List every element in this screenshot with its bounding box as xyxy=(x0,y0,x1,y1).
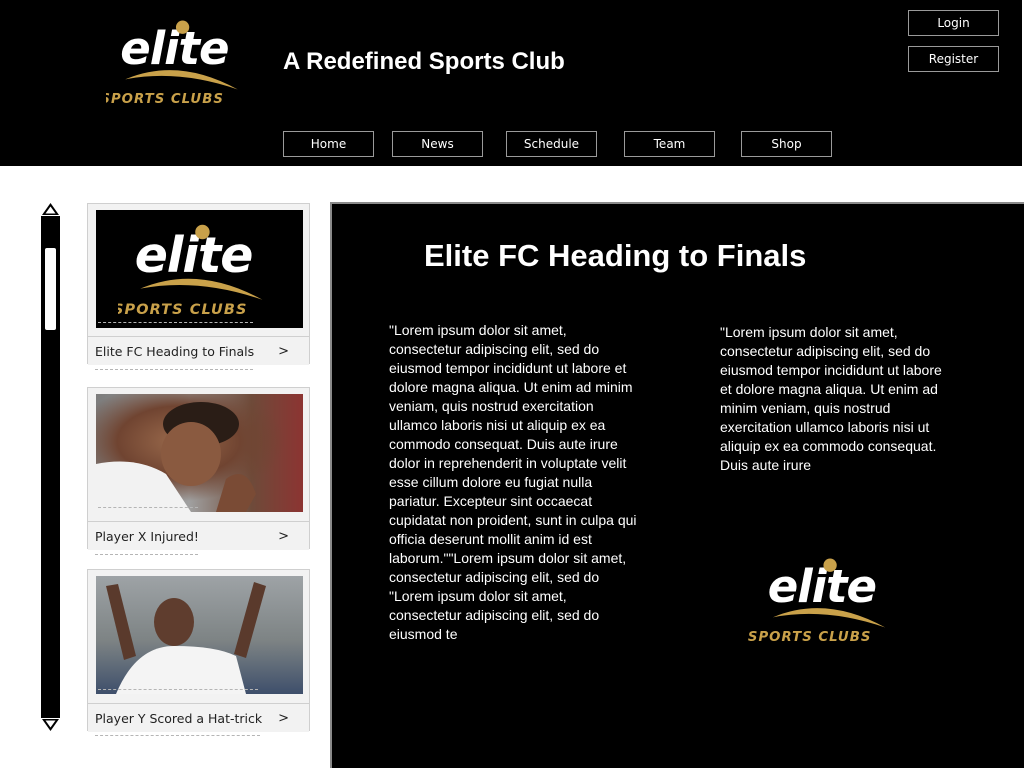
register-button[interactable]: Register xyxy=(908,46,999,72)
nav-news[interactable]: News xyxy=(392,131,483,157)
card-caption-text: Elite FC Heading to Finals xyxy=(95,344,255,359)
player-y-photo xyxy=(96,576,303,694)
card-caption[interactable]: Player Y Scored a Hat-trick > xyxy=(88,703,309,732)
elite-logo[interactable] xyxy=(106,18,251,110)
card-caption-text: Player X Injured! xyxy=(95,529,199,544)
site-header: A Redefined Sports Club Login Register H… xyxy=(0,0,1022,166)
article-panel: Elite FC Heading to Finals "Lorem ipsum … xyxy=(330,202,1024,768)
scroll-up-arrow-icon[interactable] xyxy=(41,202,60,216)
elite-logo xyxy=(118,222,278,322)
nav-schedule[interactable]: Schedule xyxy=(506,131,597,157)
scroll-down-arrow-icon[interactable] xyxy=(41,718,60,732)
chevron-right-icon[interactable]: > xyxy=(278,711,289,726)
site-tagline: A Redefined Sports Club xyxy=(283,48,565,75)
chevron-right-icon[interactable]: > xyxy=(278,529,289,544)
news-card[interactable]: Elite FC Heading to Finals > xyxy=(87,203,310,365)
elite-logo xyxy=(740,556,912,648)
sidebar-scrollbar[interactable] xyxy=(41,202,60,732)
scroll-thumb[interactable] xyxy=(45,248,56,330)
login-button[interactable]: Login xyxy=(908,10,999,36)
nav-shop[interactable]: Shop xyxy=(741,131,832,157)
chevron-right-icon[interactable]: > xyxy=(278,344,289,359)
nav-home[interactable]: Home xyxy=(283,131,374,157)
player-x-photo xyxy=(96,394,303,512)
nav-team[interactable]: Team xyxy=(624,131,715,157)
article-column-1: "Lorem ipsum dolor sit amet, consectetur… xyxy=(389,322,637,642)
scroll-track[interactable] xyxy=(41,216,60,718)
player-silhouette xyxy=(106,582,266,694)
card-caption[interactable]: Elite FC Heading to Finals > xyxy=(88,336,309,365)
article-column-2: "Lorem ipsum dolor sit amet, consectetur… xyxy=(720,324,942,473)
card-logo-image xyxy=(96,210,303,328)
article-title: Elite FC Heading to Finals xyxy=(424,238,807,273)
player-silhouette xyxy=(96,402,256,512)
news-card[interactable]: Player X Injured! > xyxy=(87,387,310,550)
card-caption[interactable]: Player X Injured! > xyxy=(88,521,309,550)
news-card[interactable]: Player Y Scored a Hat-trick > xyxy=(87,569,310,732)
card-caption-text: Player Y Scored a Hat-trick xyxy=(95,711,263,726)
